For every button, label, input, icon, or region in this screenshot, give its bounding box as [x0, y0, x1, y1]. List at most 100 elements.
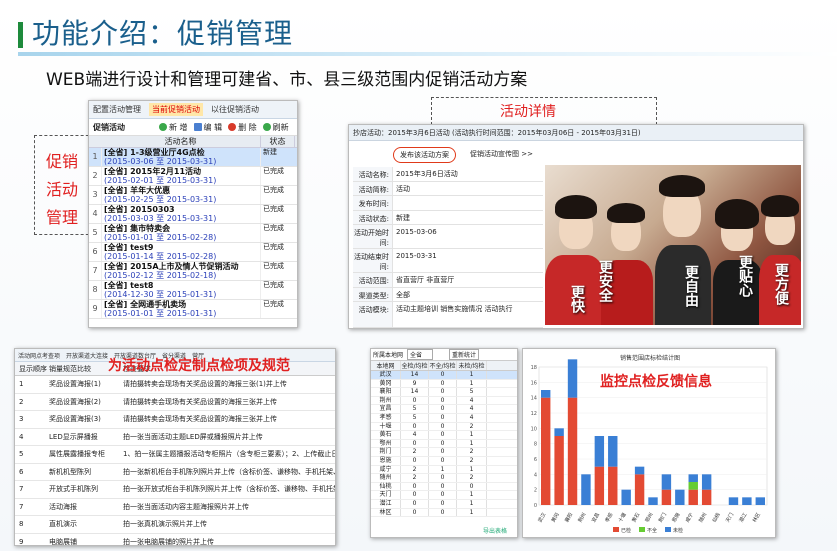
- region-row[interactable]: 潜江 0 0 1: [371, 499, 517, 509]
- form-value: [393, 196, 396, 210]
- tab-current[interactable]: 当前促销活动: [149, 103, 203, 116]
- promo-date: (2014-12-30 至 2015-01-31): [104, 290, 217, 299]
- region-rows: 武汉 14 0 1 黄冈 9 0 1 襄阳 14 0 5 荆州 0 0 4 宜昌 5 0 4 孝感 5 0 4 十堰 0 0 2 黄石 4…: [371, 371, 517, 518]
- promo-image-link[interactable]: 促销活动宣传图 >>: [470, 147, 533, 163]
- promo-row[interactable]: 1 [全省] 1-3级营业厅4G点检 (2015-03-06 至 2015-03-3…: [89, 148, 297, 167]
- tab-past[interactable]: 以往促销活动: [211, 104, 259, 115]
- y-tick-label: 2: [534, 488, 537, 494]
- check-item: 电脑展铺: [49, 537, 77, 546]
- promo-row[interactable]: 8 [全省] test8 (2014-12-30 至 2015-01-31) 已完成: [89, 281, 297, 300]
- refresh-button[interactable]: 刷新: [262, 122, 289, 133]
- region-row[interactable]: 黄冈 9 0 1: [371, 379, 517, 389]
- form-row: 活动描述:: [353, 328, 543, 329]
- checklist-row[interactable]: 4 LED显示屏播报 拍一张当面活动主题LED屏或播报照片并上传: [15, 429, 335, 446]
- region-cell: 0: [429, 379, 457, 388]
- region-row[interactable]: 荆门 2 0 2: [371, 448, 517, 457]
- checklist-row[interactable]: 1 奖品设置海报(1) 请拍摄转卖会现场有关奖品设置的海报三张(1)并上传: [15, 376, 335, 394]
- promo-status: 新建: [263, 148, 277, 156]
- form-row: 渠道类型: 全部: [353, 287, 543, 302]
- region-cell: 1: [457, 508, 487, 517]
- form-label: 发布时间:: [353, 196, 393, 210]
- check-requirement: 拍一张新机柜台手机陈列照片并上传（含标价签、谦移物、手机托架、绑卡挂件）: [123, 467, 335, 476]
- promo-date: (2015-01-01 至 2015-02-28): [104, 233, 217, 242]
- detail-form: 活动名称: 2015年3月6日活动 活动简称: 活动 发布时间: 活动状态: 新建 活动开始时…: [353, 167, 543, 329]
- region-cell: 0: [429, 371, 457, 379]
- region-row[interactable]: 天门 0 0 1: [371, 491, 517, 500]
- row-number: 5: [92, 228, 98, 237]
- promo-name: [全省] 全网通手机卖场: [104, 300, 187, 309]
- promo-row[interactable]: 9 [全省] 全网通手机卖场 (2015-01-01 至 2015-01-31) 已完…: [89, 300, 297, 319]
- new-button[interactable]: 新 增: [159, 122, 188, 133]
- x-tick-label: 荆门: [657, 512, 668, 524]
- checklist-row[interactable]: 3 奖品设置海报(3) 请拍摄转卖会现场有关奖品设置的海报三张并上传: [15, 411, 335, 429]
- page-title: 功能介绍：促销管理: [32, 17, 294, 50]
- form-row: 活动结束时间: 2015-03-31: [353, 249, 543, 273]
- region-row[interactable]: 咸宁 2 1 1: [371, 465, 517, 475]
- y-tick-label: 14: [531, 396, 537, 402]
- region-cell: 潜江: [371, 499, 401, 508]
- bar-已检: [688, 489, 698, 505]
- region-cell: 1: [457, 465, 487, 474]
- promo-row[interactable]: 5 [全省] 集市特卖会 (2015-01-01 至 2015-02-28) 已完成: [89, 224, 297, 243]
- x-tick-label: 黄冈: [550, 512, 561, 524]
- region-header: 本地网 全检/均检 不全/均检 未检/均检: [371, 361, 517, 371]
- region-cell: 1: [429, 465, 457, 474]
- region-select[interactable]: 全省: [407, 349, 434, 360]
- form-value: 2015-03-06: [396, 228, 437, 236]
- region-row[interactable]: 黄石 4 0 1: [371, 431, 517, 440]
- promo-name: [全省] 集市特卖会: [104, 224, 171, 233]
- y-tick-label: 16: [531, 380, 537, 386]
- checklist-row[interactable]: 6 新机机型陈列 拍一张新机柜台手机陈列照片并上传（含标价签、谦移物、手机托架、绑卡…: [15, 464, 335, 481]
- callout-checkpoint: 为活动点检定制点检项及规范: [108, 358, 290, 374]
- promo-row[interactable]: 4 [全省] 20150303 (2015-03-03 至 2015-03-31) 已…: [89, 205, 297, 224]
- region-row[interactable]: 宜昌 5 0 4: [371, 405, 517, 414]
- row-number: 8: [92, 285, 98, 294]
- tab-check-1[interactable]: 活动网点考查项: [18, 351, 60, 360]
- promo-status: 已完成: [263, 300, 284, 308]
- check-seq: 4: [19, 432, 24, 441]
- region-cell: 2: [401, 465, 429, 474]
- promo-row[interactable]: 2 [全省] 2015年2月11活动 (2015-02-01 至 2015-03-3…: [89, 167, 297, 186]
- recount-button[interactable]: 重新统计: [449, 349, 480, 360]
- checklist-row[interactable]: 2 奖品设置海报(2) 请拍摄转卖会现场有关奖品设置的海报三张并上传: [15, 394, 335, 411]
- form-label: 渠道类型:: [353, 287, 393, 301]
- legend-swatch: [665, 527, 671, 532]
- region-row[interactable]: 恩施 0 0 2: [371, 456, 517, 466]
- region-row[interactable]: 襄阳 14 0 5: [371, 388, 517, 397]
- detail-header: 抄店活动：2015年3月6日活动 (活动执行时间范围：2015年03月06日 -…: [349, 125, 803, 141]
- form-value: [393, 328, 396, 329]
- bar-未检: [728, 497, 739, 505]
- check-seq: 5: [19, 450, 24, 459]
- checklist-row[interactable]: 7 开放式手机陈列 拍一张开放式柜台手机陈列照片并上传（含标价签、谦移物、手机托架、…: [15, 481, 335, 499]
- region-row[interactable]: 随州 2 0 2: [371, 474, 517, 483]
- form-value: 2015年3月6日活动: [396, 170, 458, 178]
- publish-button[interactable]: 发布该活动方案: [393, 147, 456, 163]
- tab-check-2[interactable]: 开放渠道大连接: [66, 351, 108, 360]
- checklist-row[interactable]: 5 属性展露播报专柜 1、拍一张属主题播报活动专柜照片（含专柜三要素）；2、上传截止…: [15, 446, 335, 464]
- export-button[interactable]: 导出表格: [483, 526, 507, 535]
- y-tick-label: 4: [534, 472, 537, 478]
- region-row[interactable]: 孝感 5 0 4: [371, 413, 517, 423]
- checklist-row[interactable]: 7 活动海报 拍一张当面活动内容主题海报照片并上传: [15, 499, 335, 516]
- promo-name-cell: [全省] 集市特卖会 (2015-01-01 至 2015-02-28): [101, 224, 261, 242]
- promo-row[interactable]: 6 [全省] test9 (2015-01-14 至 2015-02-28) 已完成: [89, 243, 297, 262]
- promo-name-cell: [全省] 20150303 (2015-03-03 至 2015-03-31): [101, 205, 261, 223]
- checklist-row[interactable]: 8 直机演示 拍一张真机演示照片并上传: [15, 516, 335, 534]
- region-cell: 天门: [371, 491, 401, 499]
- promo-date: (2015-02-25 至 2015-03-31): [104, 195, 217, 204]
- edit-button[interactable]: 编 辑: [193, 122, 222, 133]
- region-row[interactable]: 仙桃 0 0 0: [371, 482, 517, 492]
- promo-status: 已完成: [263, 186, 284, 194]
- delete-button[interactable]: 删 除: [228, 122, 257, 133]
- promo-row[interactable]: 7 [全省] 2015A上市及情人节促销活动 (2015-02-12 至 2015-…: [89, 262, 297, 281]
- tab-config[interactable]: 配置活动管理: [93, 104, 141, 115]
- region-row[interactable]: 武汉 14 0 1: [371, 371, 517, 380]
- promo-row[interactable]: 3 [全省] 羊年大优惠 (2015-02-25 至 2015-03-31) 已完成: [89, 186, 297, 205]
- x-tick-label: 潜江: [738, 512, 749, 524]
- region-row[interactable]: 荆州 0 0 4: [371, 396, 517, 406]
- region-row[interactable]: 十堰 0 0 2: [371, 422, 517, 432]
- region-row[interactable]: 鄂州 0 0 1: [371, 439, 517, 449]
- checklist-row[interactable]: 9 电脑展铺 拍一张电脑展铺的照片并上传: [15, 534, 335, 546]
- region-row[interactable]: 林区 0 0 1: [371, 508, 517, 518]
- region-cell: 0: [429, 405, 457, 413]
